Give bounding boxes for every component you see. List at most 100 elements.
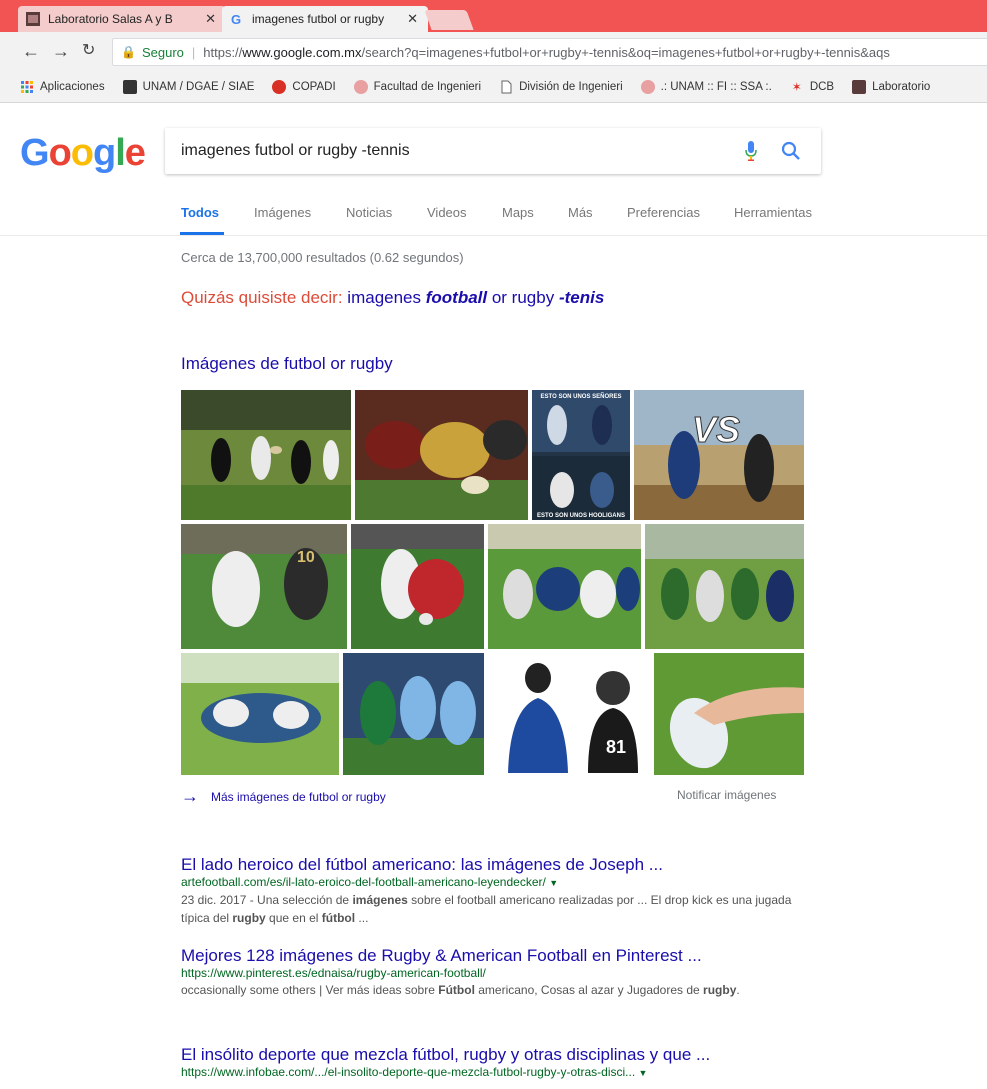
result-stats: Cerca de 13,700,000 resultados (0.62 seg… <box>181 250 464 265</box>
active-tab-indicator <box>180 232 224 235</box>
bookmark-label: Laboratorio <box>872 81 931 93</box>
image-thumbnail[interactable] <box>181 653 339 775</box>
tab-todos[interactable]: Todos <box>181 205 219 220</box>
meme-top-text: ESTO SON UNOS SEÑORES <box>541 393 622 400</box>
image-thumbnail[interactable] <box>343 653 484 775</box>
google-results-page: Google imagenes futbol or rugby -tennis … <box>0 103 987 1089</box>
search-tabs: Todos Imágenes Noticias Videos Maps Más … <box>0 195 987 236</box>
bookmark-ssa[interactable]: .: UNAM :: FI :: SSA :. <box>640 80 772 94</box>
google-favicon-icon: G <box>231 12 241 26</box>
search-query: imagenes futbol or rugby -tennis <box>181 142 410 159</box>
report-images-link[interactable]: Notificar imágenes <box>677 788 776 802</box>
image-thumbnail[interactable] <box>181 390 351 520</box>
svg-text:81: 81 <box>606 737 626 757</box>
url-dropdown-icon[interactable]: ▼ <box>549 878 558 888</box>
result-title-link[interactable]: El insólito deporte que mezcla fútbol, r… <box>181 1045 801 1065</box>
bookmark-label: DCB <box>809 81 835 93</box>
search-result: Mejores 128 imágenes de Rugby & American… <box>181 946 801 999</box>
bookmark-facultad[interactable]: Facultad de Ingenieri <box>353 80 482 94</box>
search-input[interactable]: imagenes futbol or rugby -tennis <box>165 128 821 174</box>
image-thumbnail[interactable] <box>654 653 804 775</box>
tab-preferencias[interactable]: Preferencias <box>627 205 700 220</box>
microphone-icon[interactable] <box>745 141 757 161</box>
page-icon <box>501 80 512 94</box>
bookmark-label: Aplicaciones <box>40 81 105 93</box>
close-tab-icon[interactable]: ✕ <box>407 11 418 27</box>
bookmark-label: División de Ingenieri <box>519 81 623 93</box>
tab-google-search[interactable]: G imagenes futbol or rugby ✕ <box>222 6 428 32</box>
image-thumbnail[interactable] <box>355 390 528 520</box>
image-thumbnail[interactable]: VS <box>634 390 804 520</box>
back-arrow-icon[interactable]: ← <box>22 41 40 61</box>
image-thumbnail[interactable] <box>645 524 804 649</box>
url-dropdown-icon[interactable]: ▼ <box>639 1068 648 1078</box>
image-thumbnail[interactable]: 10 <box>181 524 347 649</box>
close-tab-icon[interactable]: ✕ <box>205 11 216 27</box>
search-result: El insólito deporte que mezcla fútbol, r… <box>181 1045 801 1081</box>
bookmark-apps[interactable]: Aplicaciones <box>20 80 105 94</box>
bookmarks-bar: Aplicaciones UNAM / DGAE / SIAE COPADI F… <box>0 72 987 103</box>
image-thumbnail[interactable] <box>488 524 641 649</box>
new-tab-button[interactable] <box>424 10 474 30</box>
tab-noticias[interactable]: Noticias <box>346 205 392 220</box>
result-snippet: occasionally some others | Ver más ideas… <box>181 983 740 997</box>
search-result: El lado heroico del fútbol americano: la… <box>181 855 801 927</box>
address-bar[interactable]: 🔒 Seguro | https://www.google.com.mx/sea… <box>112 38 987 66</box>
tab-title: imagenes futbol or rugby <box>252 12 385 26</box>
url-path: /search?q=imagenes+futbol+or+rugby+-tenn… <box>361 44 890 60</box>
secure-label: Seguro <box>141 44 184 60</box>
bookmark-label: Facultad de Ingenieri <box>373 81 482 93</box>
reload-icon[interactable]: ↻ <box>82 41 95 61</box>
result-url: https://www.infobae.com/.../el-insolito-… <box>181 1065 648 1079</box>
apps-grid-icon <box>21 81 33 93</box>
did-you-mean-link[interactable]: imagenes football or rugby -tenis <box>347 288 604 307</box>
url-host: www.google.com.mx <box>242 44 362 60</box>
bookmark-dcb[interactable]: ✶ DCB <box>790 80 834 94</box>
image-thumbnail-meme[interactable]: ESTO SON UNOS SEÑORES ESTO SON UNOS HOOL… <box>532 390 630 520</box>
fi-crest-icon <box>640 80 655 94</box>
did-you-mean: Quizás quisiste decir: imagenes football… <box>181 288 604 308</box>
did-you-mean-prefix: Quizás quisiste decir: <box>181 288 348 307</box>
url-prefix: https:// <box>203 44 243 60</box>
bookmark-laboratorio[interactable]: Laboratorio <box>852 80 930 94</box>
images-section-header[interactable]: Imágenes de futbol or rugby <box>181 354 393 374</box>
dcb-icon: ✶ <box>791 80 802 94</box>
result-title-link[interactable]: Mejores 128 imágenes de Rugby & American… <box>181 946 801 966</box>
svg-text:G: G <box>231 12 241 26</box>
image-thumbnail[interactable] <box>351 524 484 649</box>
copadi-icon <box>272 80 287 94</box>
arrow-right-icon: → <box>181 786 199 806</box>
tab-mas[interactable]: Más <box>568 205 593 220</box>
more-images-link[interactable]: → Más imágenes de futbol or rugby <box>181 786 386 807</box>
bookmark-dgae[interactable]: UNAM / DGAE / SIAE <box>122 80 255 94</box>
bookmark-label: COPADI <box>292 81 336 93</box>
bookmark-division[interactable]: División de Ingenieri <box>499 80 623 94</box>
bookmark-label: UNAM / DGAE / SIAE <box>142 81 255 93</box>
image-thumbnail[interactable]: 81 <box>488 653 650 775</box>
svg-text:10: 10 <box>297 549 315 566</box>
fi-crest-icon <box>353 80 368 94</box>
result-url: https://www.pinterest.es/ednaisa/rugby-a… <box>181 966 486 980</box>
google-logo[interactable]: Google <box>20 132 146 175</box>
tab-imagenes[interactable]: Imágenes <box>254 205 311 220</box>
bookmark-label: .: UNAM :: FI :: SSA :. <box>660 81 772 93</box>
divider: | <box>191 44 196 60</box>
more-images-label: Más imágenes de futbol or rugby <box>211 789 386 804</box>
result-url: artefootball.com/es/il-lato-eroico-del-f… <box>181 875 559 889</box>
vs-text: VS <box>692 409 740 450</box>
forward-arrow-icon[interactable]: → <box>52 41 70 61</box>
tab-videos[interactable]: Videos <box>427 205 467 220</box>
bookmark-copadi[interactable]: COPADI <box>272 80 336 94</box>
lock-icon: 🔒 <box>121 45 136 59</box>
meme-bottom-text: ESTO SON UNOS HOOLIGANS <box>537 513 625 519</box>
tab-title: Laboratorio Salas A y B <box>48 12 173 26</box>
site-favicon-icon <box>26 12 40 26</box>
laboratorio-icon <box>852 80 867 94</box>
search-icon[interactable] <box>781 141 801 161</box>
unam-icon <box>122 80 137 94</box>
tab-laboratorio[interactable]: Laboratorio Salas A y B ✕ <box>18 6 226 32</box>
tab-maps[interactable]: Maps <box>502 205 534 220</box>
tab-herramientas[interactable]: Herramientas <box>734 205 812 220</box>
result-snippet: 23 dic. 2017 - Una selección de imágenes… <box>181 893 792 925</box>
result-title-link[interactable]: El lado heroico del fútbol americano: la… <box>181 855 801 875</box>
